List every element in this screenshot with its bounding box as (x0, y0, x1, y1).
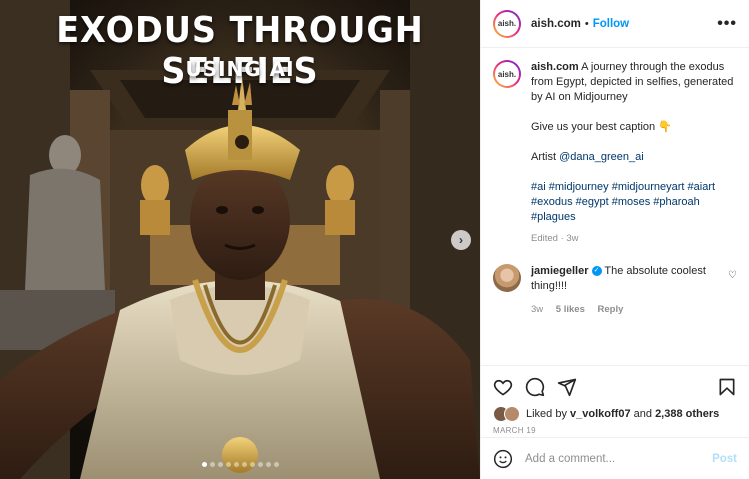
comment-time: 3w (531, 304, 544, 315)
caption-line2: Give us your best caption 👇 (531, 121, 672, 133)
post-date: MARCH 19 (493, 426, 536, 435)
comment-meta: 3w 5 likes Reply (531, 302, 722, 317)
save-bookmark-icon[interactable] (717, 377, 737, 397)
post-header: aish. aish.com • Follow ••• (481, 0, 749, 48)
carousel-dot (249, 462, 255, 467)
like-heart-icon[interactable] (493, 377, 513, 397)
likes-count-link[interactable]: 2,388 (655, 408, 683, 420)
comment-item: jamiegeller ✓ The absolute coolest thing… (493, 264, 737, 317)
carousel-dot (265, 462, 271, 467)
reply-button[interactable]: Reply (598, 304, 624, 315)
caption-body: aish.com A journey through the exodus fr… (531, 60, 737, 246)
follow-button[interactable]: Follow (593, 18, 629, 30)
action-icons (493, 376, 737, 398)
carousel-dot (257, 462, 263, 467)
aish-logo: aish. (495, 11, 519, 36)
carousel-dot (241, 462, 247, 467)
hashtags-link[interactable]: #ai #midjourney #midjourneyart #aiart #e… (531, 181, 715, 223)
post-actions: Liked by v_volkoff07 and 2,388 others MA… (481, 365, 749, 437)
carousel-dot (217, 462, 223, 467)
carousel-dot (225, 462, 231, 467)
carousel-dot (233, 462, 239, 467)
header-username[interactable]: aish.com (531, 18, 581, 30)
artist-label: Artist (531, 151, 557, 163)
avatar[interactable]: aish. (493, 60, 521, 88)
comment-likes-link[interactable]: 5 likes (556, 304, 585, 315)
likes-text: Liked by v_volkoff07 and 2,388 others (526, 407, 719, 421)
aish-logo: aish. (495, 62, 519, 86)
verified-badge-icon: ✓ (591, 266, 602, 277)
emoji-smiley-icon[interactable] (493, 449, 513, 469)
post-media[interactable]: EXODUS THROUGH SELFIES USING AI › (0, 0, 480, 479)
add-comment-bar: Post (481, 437, 749, 479)
comment-bubble-icon[interactable] (525, 377, 545, 397)
comment-like-heart-icon[interactable]: ♡ (728, 270, 737, 281)
more-options-icon[interactable]: ••• (717, 15, 737, 33)
liked-by-user-link[interactable]: v_volkoff07 (570, 408, 631, 420)
next-slide-button[interactable]: › (451, 230, 471, 250)
share-paper-plane-icon[interactable] (557, 377, 577, 397)
avatar[interactable]: aish. (493, 9, 521, 38)
artist-mention-link[interactable]: @dana_green_ai (559, 151, 644, 163)
liked-by-prefix: Liked by (526, 408, 567, 420)
carousel-dot (209, 462, 215, 467)
liker-avatar (504, 406, 520, 422)
add-comment-input[interactable] (525, 452, 713, 465)
others-label[interactable]: others (686, 408, 720, 420)
comment-username[interactable]: jamiegeller (531, 265, 588, 277)
carousel-dot (273, 462, 279, 467)
chevron-right-icon: › (459, 233, 463, 247)
and-label: and (633, 408, 652, 420)
post-panel: aish. aish.com • Follow ••• aish. aish.c… (480, 0, 749, 479)
caption-meta: Edited · 3w (531, 233, 579, 244)
image-subtitle-overlay: USING AI (185, 57, 295, 81)
header-separator: • (584, 17, 589, 30)
comments-section: aish. aish.com A journey through the exo… (481, 48, 749, 365)
carousel-indicator (0, 462, 480, 467)
likes-summary: Liked by v_volkoff07 and 2,388 others (493, 406, 737, 422)
comment-body: jamiegeller ✓ The absolute coolest thing… (531, 264, 722, 317)
post-caption: aish. aish.com A journey through the exo… (493, 60, 737, 246)
avatar[interactable] (493, 264, 521, 292)
post-comment-button[interactable]: Post (712, 453, 737, 465)
instagram-post: EXODUS THROUGH SELFIES USING AI › aish. … (0, 0, 749, 479)
caption-username[interactable]: aish.com (531, 61, 579, 73)
carousel-dot (201, 462, 207, 467)
